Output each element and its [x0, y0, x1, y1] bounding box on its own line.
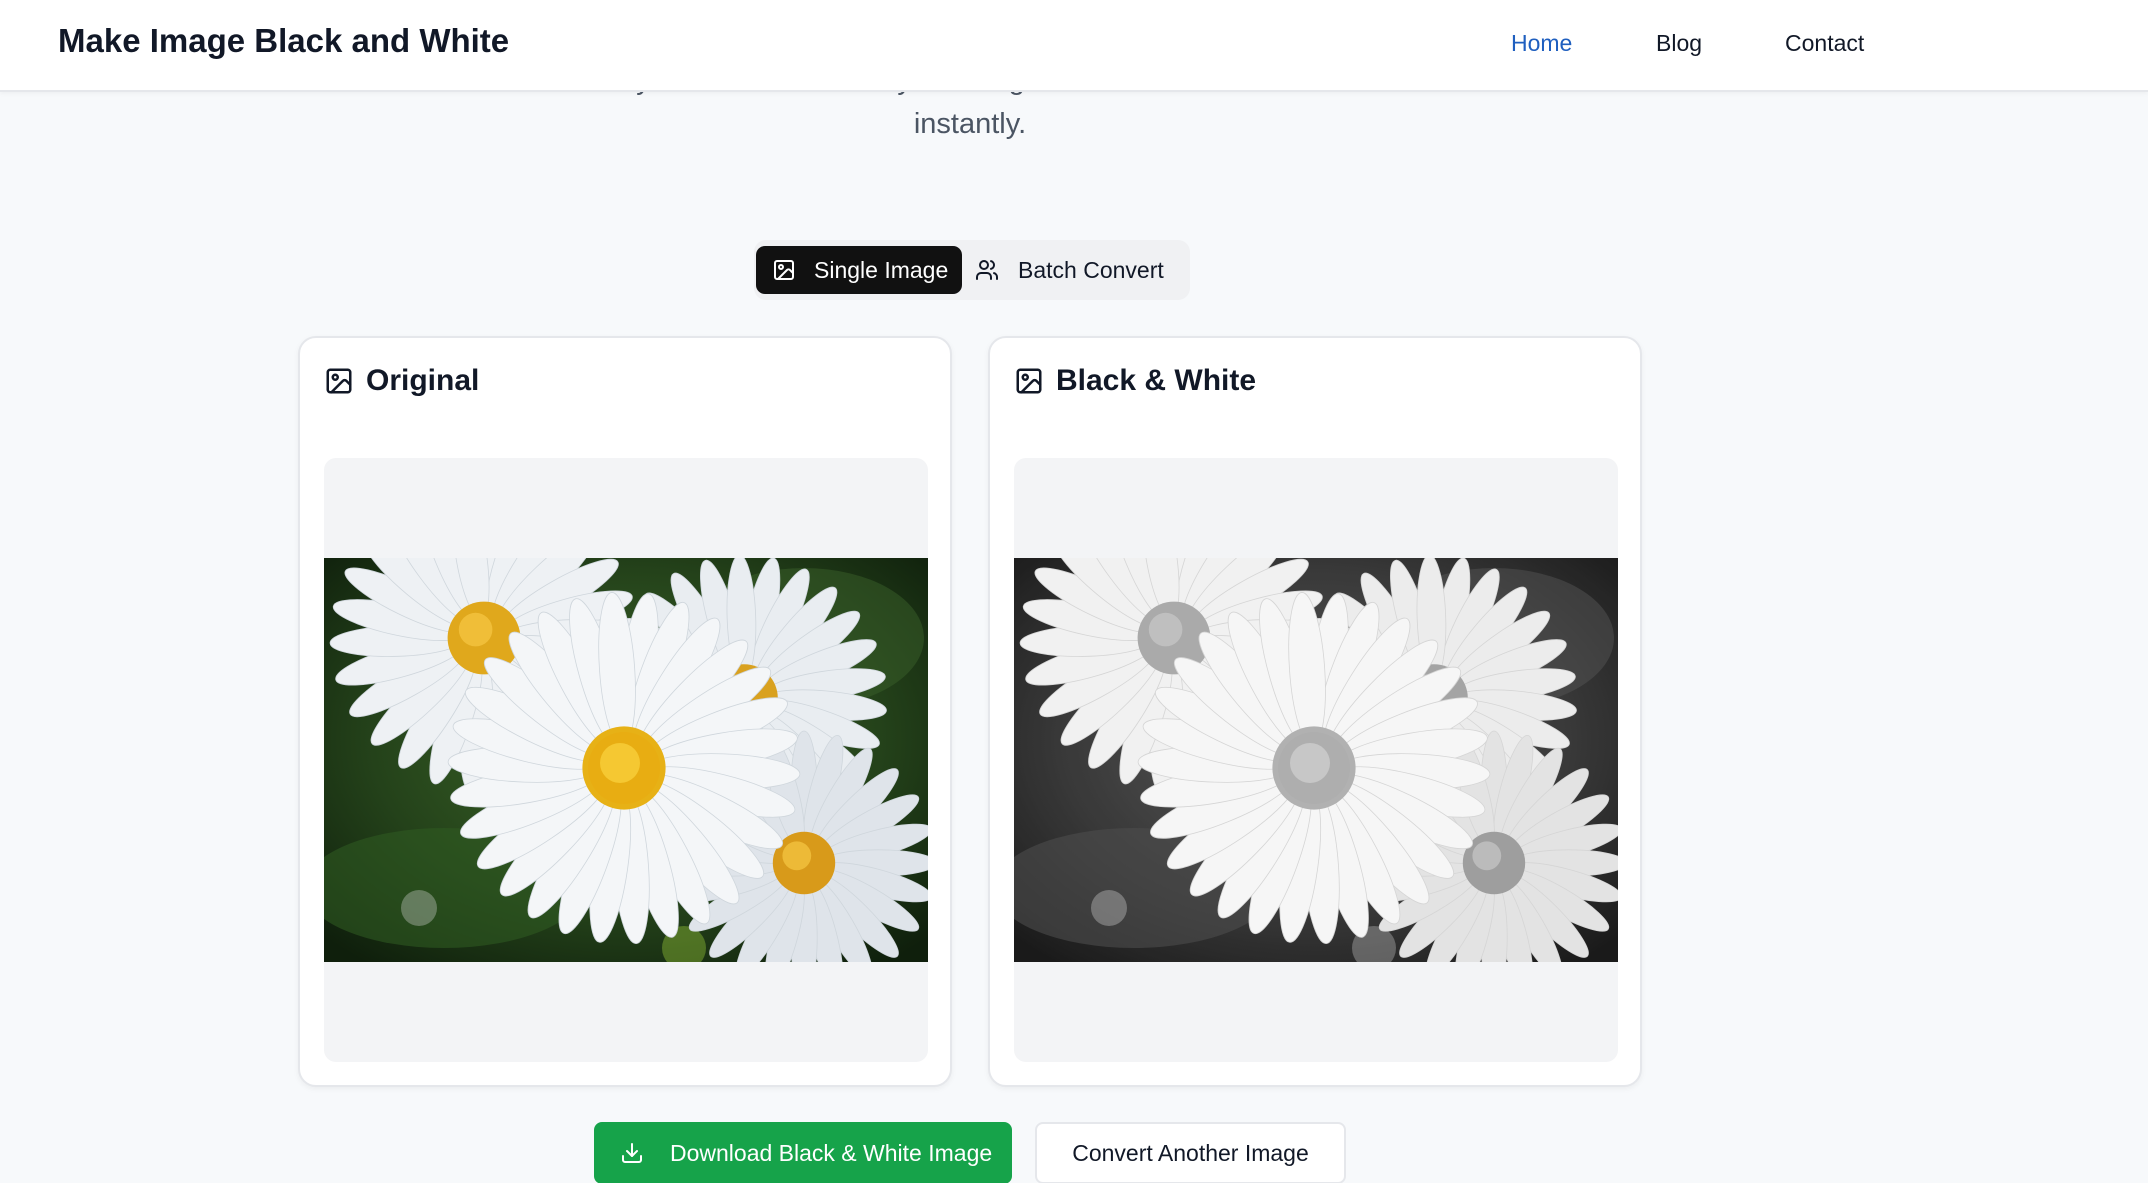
bw-card: Black & White — [988, 336, 1642, 1087]
image-icon — [774, 260, 794, 280]
original-card-header: Original — [324, 364, 479, 398]
download-button-label: Download Black & White Image — [670, 1139, 993, 1166]
mode-tabs: Single Image Batch Convert — [754, 240, 1190, 300]
image-icon — [326, 368, 352, 394]
image-icon — [1016, 368, 1042, 394]
nav-link-contact[interactable]: Contact — [1785, 30, 1864, 57]
original-image — [324, 558, 928, 962]
tab-batch-convert[interactable]: Batch Convert — [976, 246, 1178, 294]
original-image-frame — [324, 458, 928, 1062]
bw-card-header: Black & White — [1014, 364, 1256, 398]
tab-batch-label: Batch Convert — [1018, 256, 1164, 283]
original-card-title: Original — [366, 364, 480, 397]
nav-link-blog[interactable]: Blog — [1656, 30, 1702, 57]
bw-image-frame — [1014, 458, 1618, 1062]
download-bw-button[interactable]: Download Black & White Image — [594, 1122, 1012, 1183]
tab-single-image[interactable]: Single Image — [756, 246, 962, 294]
convert-another-button[interactable]: Convert Another Image — [1035, 1122, 1346, 1183]
site-title[interactable]: Make Image Black and White — [58, 22, 509, 60]
original-card: Original — [298, 336, 952, 1087]
tab-single-label: Single Image — [814, 256, 949, 283]
nav-link-home[interactable]: Home — [1511, 30, 1572, 57]
download-icon — [622, 1143, 642, 1163]
site-header: Make Image Black and White Home Blog Con… — [0, 0, 2148, 92]
users-icon — [976, 260, 998, 280]
bw-card-title: Black & White — [1056, 364, 1257, 397]
bw-image — [1014, 558, 1618, 962]
convert-button-label: Convert Another Image — [1072, 1139, 1309, 1166]
